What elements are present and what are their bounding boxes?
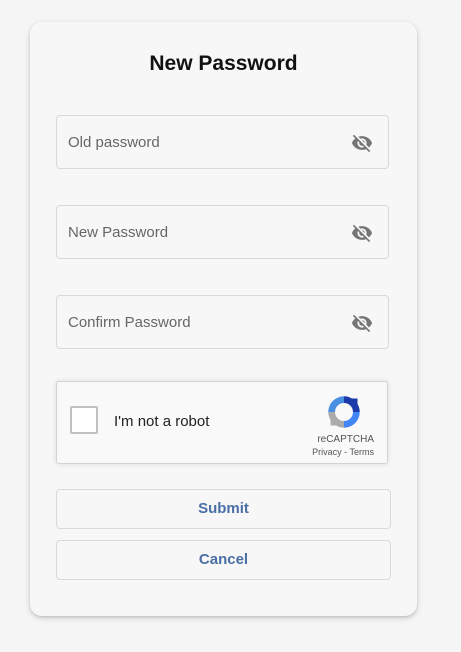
old-password-field[interactable]: [56, 115, 389, 169]
recaptcha-checkbox[interactable]: [70, 406, 98, 434]
eye-off-icon[interactable]: [350, 222, 374, 244]
recaptcha-label: I'm not a robot: [114, 413, 210, 430]
recaptcha-privacy-link[interactable]: Privacy: [312, 447, 342, 457]
recaptcha-links: Privacy - Terms: [312, 447, 374, 457]
page-title: New Password: [149, 52, 298, 75]
confirm-password-input[interactable]: [57, 296, 337, 348]
new-password-field[interactable]: [56, 205, 389, 259]
cancel-button[interactable]: Cancel: [56, 540, 391, 580]
recaptcha-logo-icon: [328, 396, 360, 428]
recaptcha-widget: I'm not a robot reCAPTCHA Privacy - Term…: [56, 381, 388, 464]
confirm-password-field[interactable]: [56, 295, 389, 349]
submit-button[interactable]: Submit: [56, 489, 391, 529]
recaptcha-terms-link[interactable]: Terms: [350, 447, 375, 457]
recaptcha-brand: reCAPTCHA: [317, 434, 374, 445]
new-password-card: New Password I'm not a robot reCAPTCHA P…: [30, 22, 417, 616]
eye-off-icon[interactable]: [350, 312, 374, 334]
recaptcha-link-separator: -: [341, 447, 350, 457]
new-password-input[interactable]: [57, 206, 337, 258]
eye-off-icon[interactable]: [350, 132, 374, 154]
old-password-input[interactable]: [57, 116, 337, 168]
